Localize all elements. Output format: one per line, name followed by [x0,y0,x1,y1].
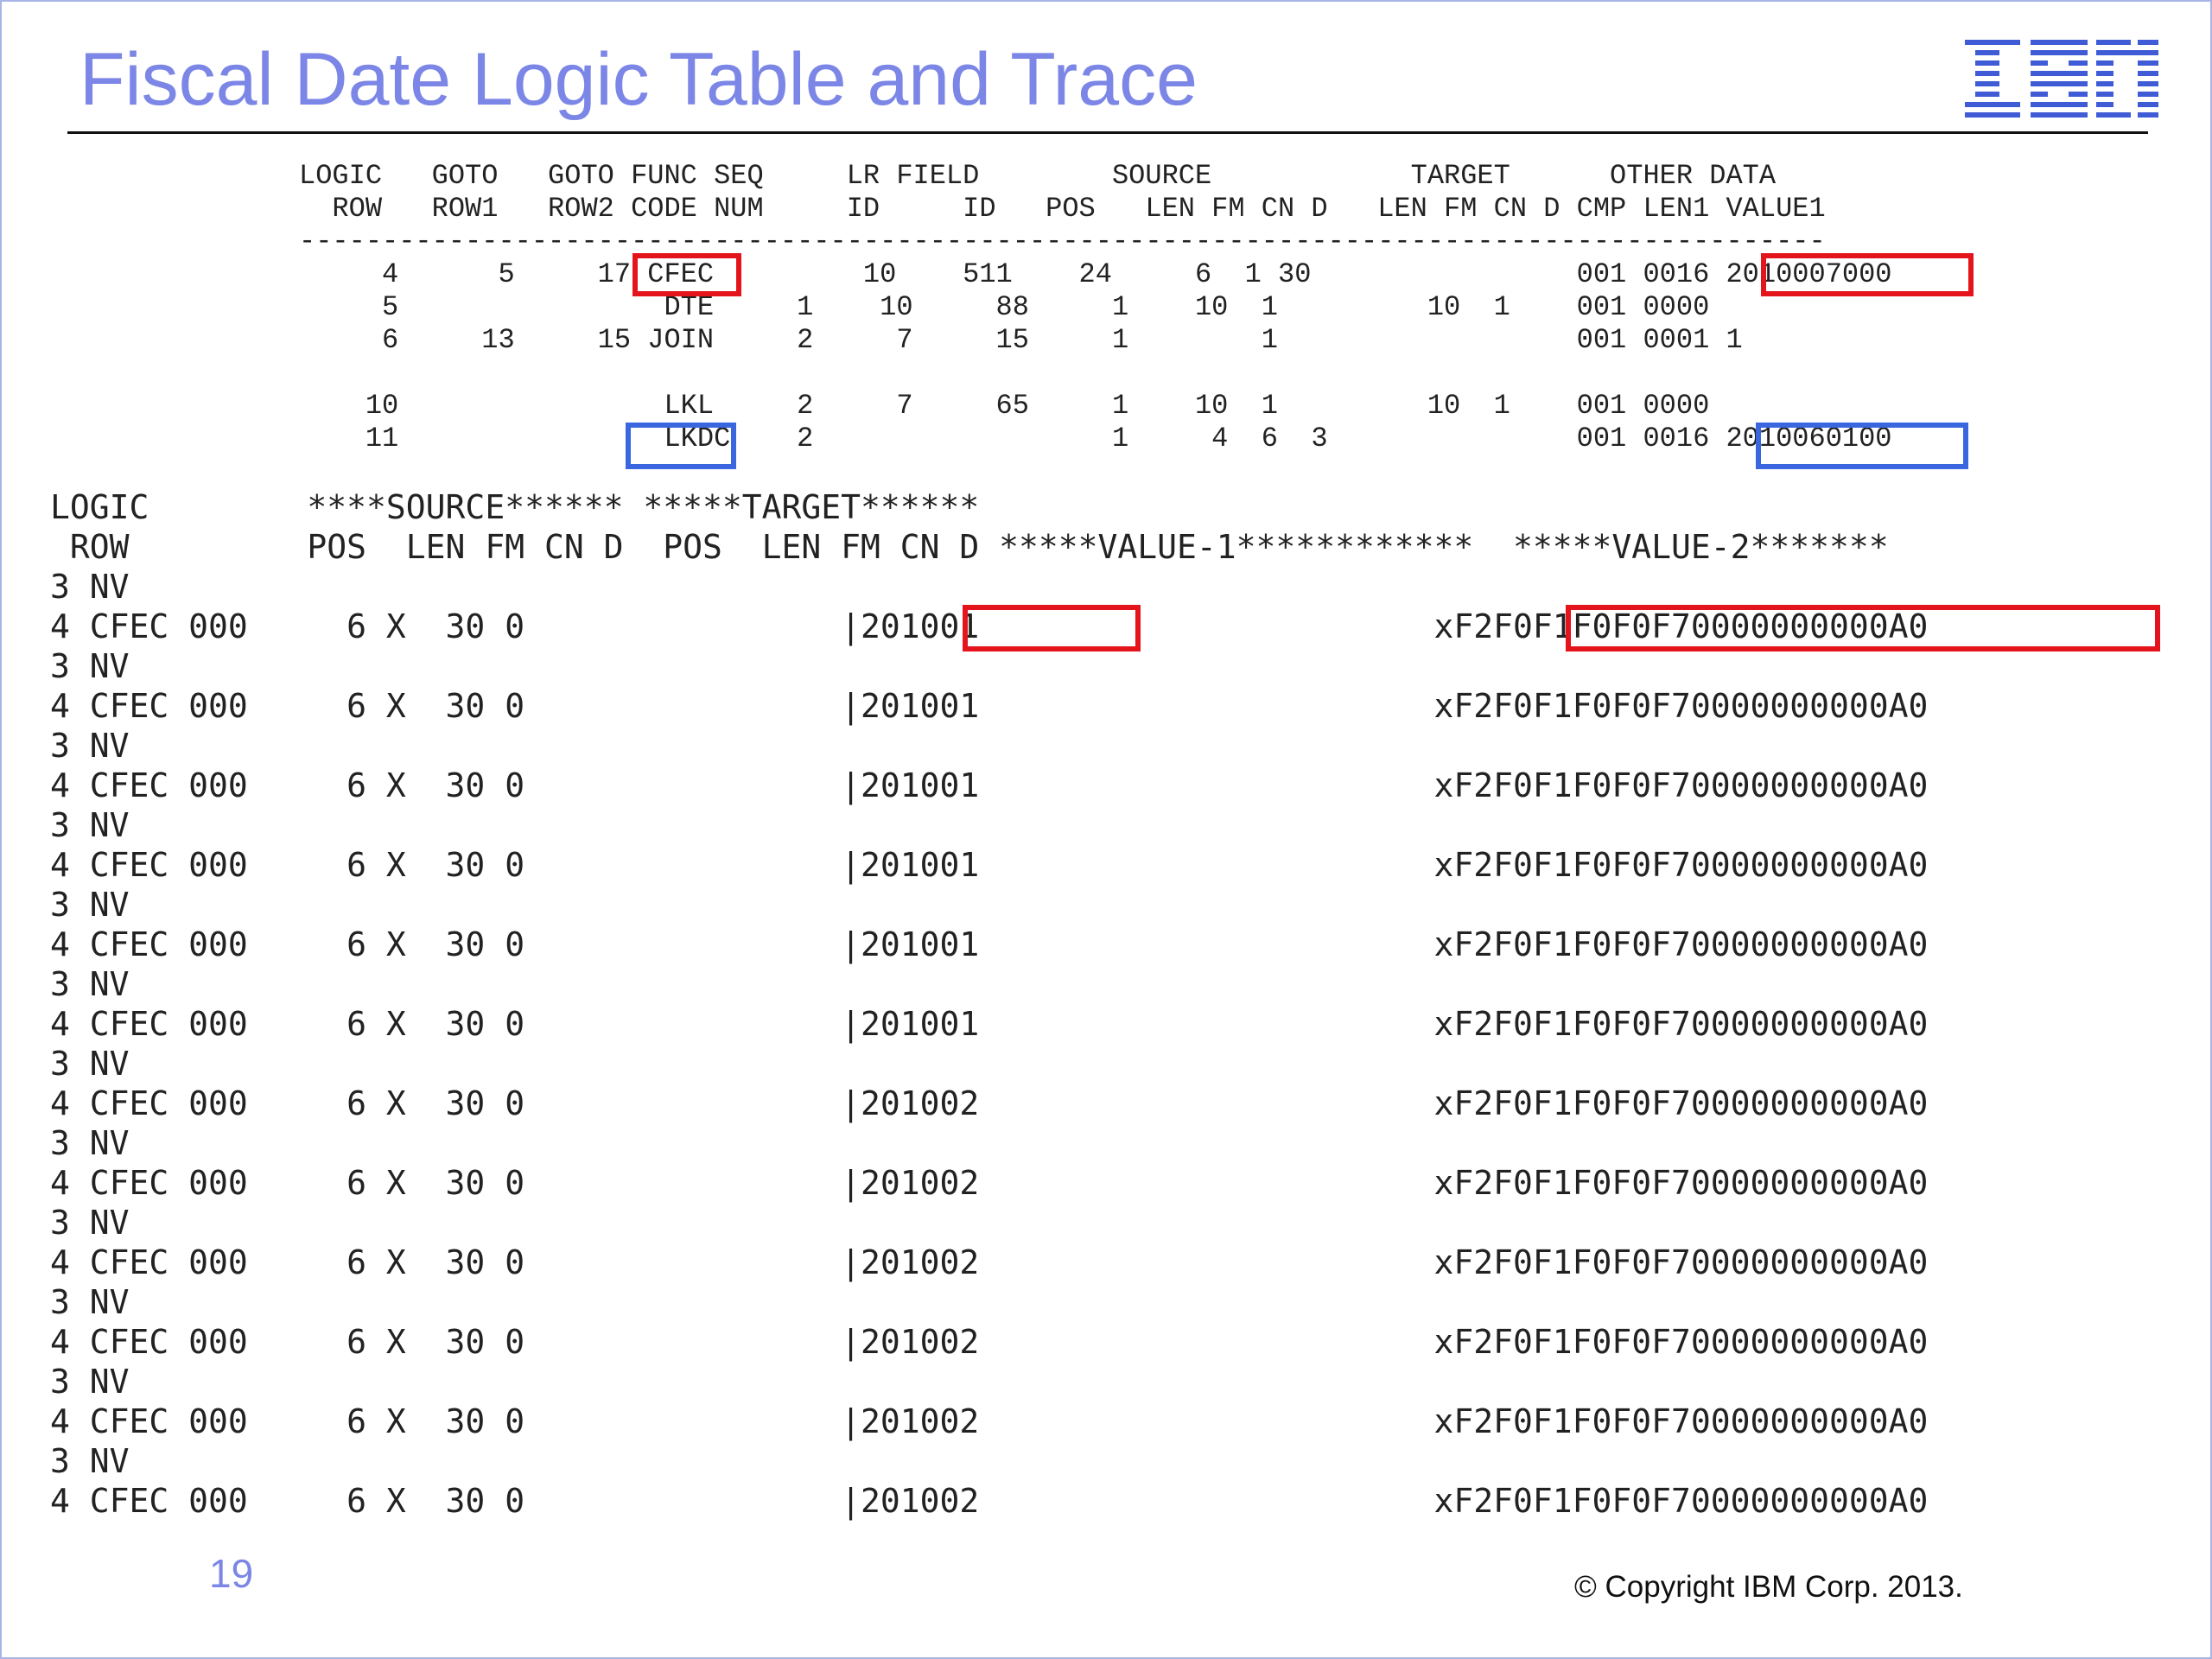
trace-line: 3 NV [50,1442,130,1480]
trace-line: 3 NV [50,1283,130,1321]
trace-line: 3 NV [50,886,130,924]
trace-line: 4 CFEC 000 6 X 30 0 |201002 xF2F0F1F0F0F… [50,1164,1929,1202]
logic-row: 5 DTE 1 10 88 1 10 1 10 1 001 0000 [299,291,1710,323]
logic-table-header: LOGIC GOTO GOTO FUNC SEQ LR FIELD SOURCE… [299,160,1826,258]
copyright-notice: © Copyright IBM Corp. 2013. [1574,1570,1963,1604]
slide: Fiscal Date Logic Table and Trace LOGIC … [0,0,2212,1659]
page-number: 19 [209,1551,254,1596]
trace-body: 3 NV 4 CFEC 000 6 X 30 0 |201001 xF2F0F1… [50,567,1928,1521]
trace-line: 3 NV [50,806,130,844]
highlight-trace-value2-box [1566,605,2160,652]
trace-line: 4 CFEC 000 6 X 30 0 |201002 xF2F0F1F0F0F… [50,1084,1929,1122]
header-line: LOGIC GOTO GOTO FUNC SEQ LR FIELD SOURCE… [299,160,1777,192]
logic-row: 10 LKL 2 7 65 1 10 1 10 1 001 0000 [299,390,1710,422]
ibm-logo [1965,40,2158,118]
trace-line: 3 NV [50,1204,130,1242]
trace-header-line: LOGIC ****SOURCE****** *****TARGET****** [50,488,980,526]
logic-row: 11 LKDC 2 1 4 6 3 001 0016 2010060100 [299,423,1892,454]
title-rule [67,131,2148,134]
trace-line: 4 CFEC 000 6 X 30 0 |201002 xF2F0F1F0F0F… [50,1402,1929,1440]
trace-line: 4 CFEC 000 6 X 30 0 |201002 xF2F0F1F0F0F… [50,1482,1929,1520]
trace-line: 3 NV [50,1124,130,1162]
highlight-trace-value1-box [963,605,1141,652]
trace-line: 3 NV [50,647,130,685]
logic-row: 6 13 15 JOIN 2 7 15 1 1 001 0001 1 [299,324,1743,356]
trace-line: 3 NV [50,568,130,606]
trace-line: 4 CFEC 000 6 X 30 0 |201002 xF2F0F1F0F0F… [50,1323,1929,1361]
trace-header-line: ROW POS LEN FM CN D POS LEN FM CN D ****… [50,528,1889,566]
trace-line: 4 CFEC 000 6 X 30 0 |201001 xF2F0F1F0F0F… [50,687,1929,725]
trace-line: 4 CFEC 000 6 X 30 0 |201002 xF2F0F1F0F0F… [50,1243,1929,1281]
trace-line: 4 CFEC 000 6 X 30 0 |201001 xF2F0F1F0F0F… [50,846,1929,884]
highlight-cfec-box [632,253,741,296]
trace-line: 3 NV [50,1363,130,1401]
trace-line: 3 NV [50,1045,130,1083]
logic-table-rows: 4 5 17 CFEC 10 511 24 6 1 30 001 0016 20… [299,258,1892,455]
trace-header: LOGIC ****SOURCE****** *****TARGET******… [50,487,1889,567]
highlight-value1-cfec-box [1761,253,1974,296]
highlight-lkdc-box [626,423,736,469]
trace-line: 4 CFEC 000 6 X 30 0 |201001 xF2F0F1F0F0F… [50,1005,1929,1043]
highlight-value1-lkdc-box [1756,423,1968,469]
header-separator: ----------------------------------------… [299,226,1826,257]
trace-line: 3 NV [50,965,130,1003]
slide-title: Fiscal Date Logic Table and Trace [79,38,1198,121]
trace-line: 4 CFEC 000 6 X 30 0 |201001 xF2F0F1F0F0F… [50,925,1929,963]
header-line: ROW ROW1 ROW2 CODE NUM ID ID POS LEN FM … [299,193,1826,225]
logic-row: 4 5 17 CFEC 10 511 24 6 1 30 001 0016 20… [299,258,1892,290]
trace-line: 4 CFEC 000 6 X 30 0 |201001 xF2F0F1F0F0F… [50,766,1929,804]
trace-line: 3 NV [50,727,130,765]
